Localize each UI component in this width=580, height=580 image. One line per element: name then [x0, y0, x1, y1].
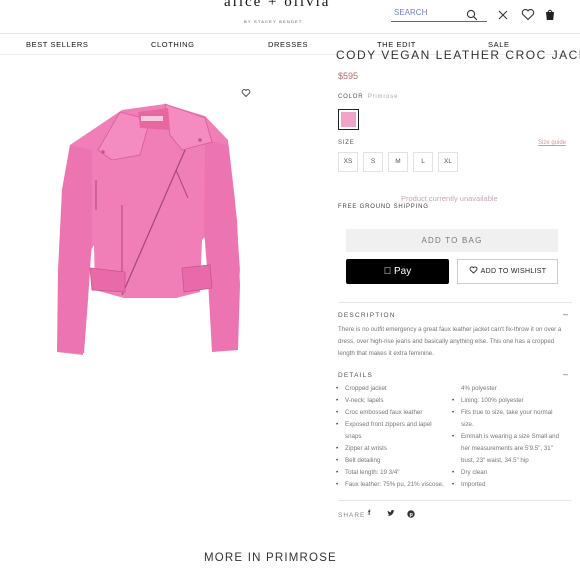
details-item: snaps	[345, 433, 362, 440]
top-header: alice + olivia BY STACEY BENDET SEARCH	[0, 0, 580, 34]
details-item: V-neck; lapels	[336, 395, 458, 407]
size-guide-link[interactable]: Size guide	[538, 140, 566, 146]
details-item: 4% polyester	[461, 385, 497, 392]
apple-icon: 	[384, 266, 392, 277]
bag-icon[interactable]	[544, 8, 556, 21]
add-to-bag-button[interactable]: ADD TO BAG	[346, 229, 558, 252]
size-xl-button[interactable]: XL	[438, 152, 458, 172]
twitter-icon[interactable]	[387, 510, 395, 517]
wishlist-heart-icon	[469, 266, 478, 274]
size-label: SIZE	[338, 140, 355, 146]
description-heading[interactable]: DESCRIPTION	[338, 312, 396, 319]
nav-item-best-sellers[interactable]: BEST SELLERS	[26, 40, 89, 49]
divider	[338, 302, 572, 303]
details-item: Zipper at wrists	[336, 443, 458, 455]
size-l-button[interactable]: L	[413, 152, 433, 172]
details-item: Lining: 100% polyester	[452, 395, 572, 407]
wishlist-label: ADD TO WISHLIST	[480, 268, 547, 275]
details-item: Fits true to size, take your normal	[452, 407, 572, 419]
size-m-button[interactable]: M	[388, 152, 408, 172]
more-in-color-heading: MORE IN PRIMROSE	[204, 552, 337, 564]
close-icon[interactable]	[497, 9, 509, 21]
details-collapse-toggle[interactable]: –	[563, 369, 568, 379]
details-item: bust, 23" waist, 34.5" hip	[461, 457, 529, 464]
details-item: Exposed front zippers and lapel	[336, 419, 458, 431]
swatch-fill	[341, 112, 356, 127]
details-heading[interactable]: DETAILS	[338, 372, 373, 379]
details-item: Croc embossed faux leather	[336, 407, 458, 419]
pinterest-icon[interactable]: p	[407, 510, 415, 518]
details-list-right: 4% polyester Lining: 100% polyesterFits t…	[452, 383, 572, 491]
details-item: Total length: 19 3/4"	[336, 467, 458, 479]
details-item: Belt detailing	[336, 455, 458, 467]
jacket-image	[57, 89, 251, 355]
details-item: Cropped jacket	[336, 383, 458, 395]
details-item: Faux leather: 75% pu, 21% viscose,	[336, 479, 458, 491]
color-label: COLOR Primrose	[338, 94, 398, 100]
heart-icon[interactable]	[521, 8, 535, 21]
product-title: CODY VEGAN LEATHER CROC JACKET	[336, 48, 580, 62]
details-list-left: Cropped jacketV-neck; lapelsCroc embosse…	[336, 383, 458, 491]
brand-logo-subtitle: BY STACEY BENDET	[244, 19, 303, 24]
shipping-note: FREE GROUND SHIPPING	[338, 204, 429, 210]
divider	[338, 500, 572, 501]
favorite-heart-icon	[241, 89, 251, 98]
product-price: $595	[338, 71, 359, 81]
details-item: size.	[461, 421, 474, 428]
product-image[interactable]	[0, 56, 330, 576]
color-value: Primrose	[367, 94, 399, 100]
details-item: Dry clean	[452, 467, 572, 479]
apple-pay-button[interactable]:  Pay	[346, 259, 449, 284]
details-item: Imported	[452, 479, 572, 491]
nav-item-dresses[interactable]: DRESSES	[268, 40, 308, 49]
color-label-text: COLOR	[338, 94, 364, 100]
facebook-icon[interactable]: f	[368, 510, 370, 517]
details-item: her measurements are 5'9.5", 31"	[461, 445, 553, 452]
nav-item-clothing[interactable]: CLOTHING	[151, 40, 195, 49]
availability-status: Product currently unavailable	[401, 194, 498, 203]
color-swatch-primrose[interactable]	[338, 109, 359, 130]
details-item: Emmah is wearing a size Small and	[452, 431, 572, 443]
size-xs-button[interactable]: XS	[338, 152, 358, 172]
add-to-wishlist-button[interactable]: ADD TO WISHLIST	[457, 259, 558, 284]
brand-logo[interactable]: alice + olivia	[224, 0, 330, 11]
description-collapse-toggle[interactable]: –	[563, 309, 568, 319]
search-icon[interactable]	[466, 9, 478, 21]
share-label: SHARE	[338, 512, 366, 519]
size-s-button[interactable]: S	[363, 152, 383, 172]
apple-pay-label: Pay	[388, 266, 411, 277]
description-text: There is no outfit emergency a great fau…	[338, 326, 562, 357]
